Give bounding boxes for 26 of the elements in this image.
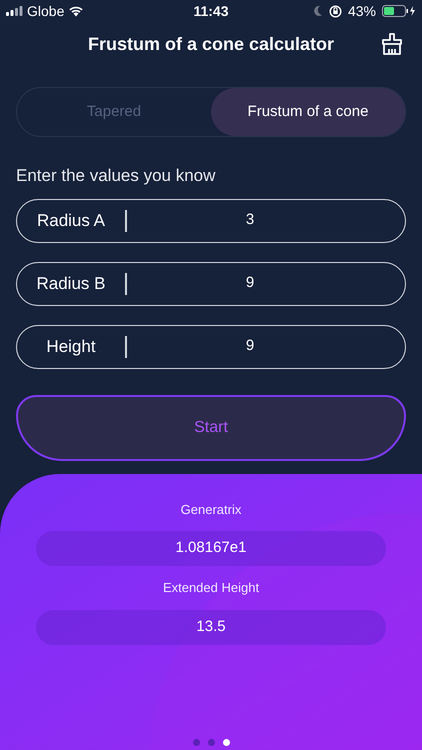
field-label: Height xyxy=(45,336,97,358)
result-label: Generatrix xyxy=(180,500,242,518)
input-field[interactable]: Radius B 9 xyxy=(16,262,406,306)
clock-time: 11:43 xyxy=(193,2,229,20)
field-label: Radius B xyxy=(36,272,106,295)
input-field[interactable]: Radius A 3 xyxy=(16,198,406,242)
battery-percent: 43% xyxy=(348,2,376,20)
field-value: 9 xyxy=(244,273,256,294)
result-value: 1.08167e1 xyxy=(36,531,386,566)
input-field[interactable]: Height 9 xyxy=(16,324,406,368)
signal-icon xyxy=(6,6,23,16)
wifi-icon xyxy=(68,5,84,17)
field-label: Radius A xyxy=(36,210,106,232)
rotation-lock-icon xyxy=(328,4,342,18)
result-label: Extended Height xyxy=(162,579,260,597)
result-value: 13.5 xyxy=(36,610,386,644)
battery-charging-icon xyxy=(382,5,416,17)
screen-title: Frustum of a cone calculator xyxy=(88,32,334,56)
field-value: 3 xyxy=(244,210,256,230)
carrier-name: Globe xyxy=(27,2,64,20)
brush-icon xyxy=(380,32,404,56)
clear-brush-button[interactable] xyxy=(380,32,404,56)
segment-tab[interactable]: Frustum of a cone xyxy=(211,88,405,136)
moon-icon xyxy=(312,5,323,17)
field-value: 9 xyxy=(244,336,256,356)
prompt-text: Enter the values you know xyxy=(16,165,216,187)
